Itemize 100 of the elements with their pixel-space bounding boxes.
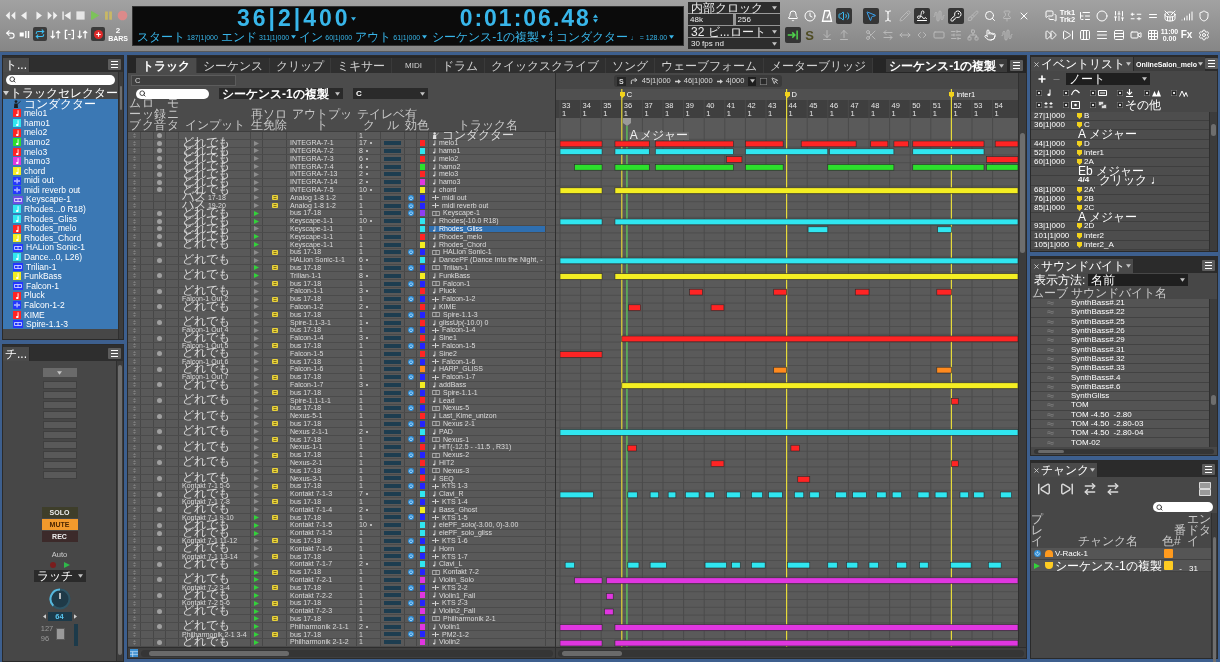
marker-icon[interactable]	[784, 91, 790, 98]
solo-exempt-icon[interactable]	[271, 327, 278, 333]
record-dot-icon[interactable]	[157, 382, 162, 388]
wave-icon[interactable]	[1046, 310, 1054, 315]
solo-exempt-icon[interactable]	[271, 616, 278, 622]
down-up-arrows-icon[interactable]	[77, 28, 89, 40]
power-icon[interactable]	[407, 615, 414, 622]
power-icon[interactable]	[407, 342, 414, 349]
solo-exempt-icon[interactable]	[271, 436, 278, 442]
solo-exempt-icon[interactable]	[271, 359, 278, 364]
power-icon[interactable]	[407, 296, 414, 303]
play-icon[interactable]	[254, 468, 259, 474]
dot-icon[interactable]	[365, 508, 368, 511]
play-icon[interactable]	[254, 561, 259, 567]
rows-icon[interactable]	[1112, 29, 1125, 41]
event-type-dropdown[interactable]: ノート	[1066, 73, 1150, 85]
speaker-icon[interactable]	[835, 8, 852, 24]
power-icon[interactable]	[407, 452, 414, 459]
record-dot-icon[interactable]	[157, 351, 162, 357]
play-icon[interactable]	[254, 624, 259, 630]
play-icon[interactable]	[254, 304, 259, 310]
solo-exempt-icon[interactable]	[271, 538, 278, 544]
power-icon[interactable]	[407, 498, 414, 505]
solo-exempt-icon[interactable]	[271, 203, 278, 209]
solo-exempt-icon[interactable]	[271, 468, 278, 474]
power-icon[interactable]	[407, 553, 414, 560]
close-icon[interactable]	[1033, 60, 1040, 68]
bit-depth-dropdown[interactable]: 32 ビ...ロート	[688, 26, 780, 37]
track-selector-item[interactable]: Keyscape-1	[3, 194, 118, 205]
record-dot-icon[interactable]	[157, 273, 162, 279]
down-up-arrows-icon[interactable]	[49, 28, 61, 40]
solo-exempt-icon[interactable]	[271, 249, 278, 255]
record-dot-icon[interactable]	[157, 187, 162, 193]
record-dot-icon[interactable]	[157, 234, 162, 240]
scrollbar[interactable]	[141, 649, 553, 657]
wave-icon[interactable]	[1046, 384, 1054, 389]
wave-icon[interactable]	[1046, 338, 1054, 343]
play-icon[interactable]	[254, 195, 259, 201]
scribble-icon[interactable]	[913, 8, 930, 24]
track-selector-item[interactable]: コンダクター	[3, 99, 118, 109]
left-arrow-icon[interactable]	[42, 613, 46, 619]
play-icon[interactable]	[254, 553, 259, 559]
sequence-dropdown[interactable]: シーケンス-1の複製	[219, 88, 343, 99]
scrollbar[interactable]	[1209, 112, 1217, 251]
record-dot-icon[interactable]	[157, 413, 162, 419]
record-dot-icon[interactable]	[157, 210, 162, 216]
marker-icon[interactable]	[949, 91, 955, 98]
clock-source-dropdown[interactable]: 内部クロック	[688, 2, 780, 13]
power-icon[interactable]	[407, 569, 414, 575]
track-selector-item[interactable]: midi out	[3, 175, 118, 186]
panel-tab[interactable]: チ...	[3, 347, 30, 361]
wave-icon[interactable]	[1046, 301, 1054, 306]
tab[interactable]: ソング	[606, 58, 655, 73]
solo-exempt-icon[interactable]	[271, 514, 278, 520]
dot-icon[interactable]	[365, 337, 368, 340]
wave-icon[interactable]	[1046, 375, 1054, 380]
bell-icon[interactable]	[786, 10, 799, 22]
dot-icon[interactable]	[369, 188, 372, 191]
dot-icon[interactable]	[365, 290, 368, 293]
play-icon[interactable]	[254, 530, 259, 536]
dot-icon[interactable]	[365, 173, 368, 176]
insert-slot[interactable]	[42, 471, 77, 479]
insert-slot[interactable]	[42, 391, 77, 399]
view-dropdown[interactable]: 名前	[1088, 274, 1189, 286]
play-icon[interactable]	[254, 639, 259, 645]
menu-icon[interactable]	[108, 58, 121, 70]
plus-minus-lines-icon[interactable]	[1129, 11, 1142, 21]
power-icon[interactable]	[407, 210, 414, 217]
columns-icon[interactable]	[1078, 29, 1091, 41]
tab[interactable]: シーケンス	[197, 58, 270, 73]
grid-icon[interactable]	[1146, 29, 1159, 41]
play-icon[interactable]	[254, 514, 259, 520]
wave-icon[interactable]	[1046, 347, 1054, 352]
play-icon[interactable]	[254, 421, 259, 427]
play-icon[interactable]	[254, 335, 259, 341]
fast-forward-icon[interactable]	[1044, 29, 1057, 41]
filter-checkbox[interactable]	[1090, 90, 1096, 96]
pause-icon[interactable]	[103, 9, 114, 21]
soundbite-name[interactable]: TOM-02	[1069, 438, 1101, 447]
insert-slot[interactable]	[42, 461, 77, 469]
solo-exempt-icon[interactable]	[271, 452, 278, 458]
arrow-into-bar-icon[interactable]	[784, 27, 801, 43]
lines-icon[interactable]	[1095, 29, 1108, 41]
dot-icon[interactable]	[365, 383, 368, 386]
track-selector-item[interactable]: Rhodes...0 R18)	[3, 204, 118, 215]
play-icon[interactable]	[254, 343, 259, 349]
tab[interactable]: クリップ	[270, 58, 331, 73]
insert-slot[interactable]	[42, 441, 77, 449]
play-icon[interactable]	[254, 265, 259, 271]
play-icon[interactable]	[254, 156, 259, 162]
scrollbar[interactable]	[558, 649, 1024, 657]
tab[interactable]: メーターブリッジ	[764, 58, 873, 73]
solo-exempt-icon[interactable]	[271, 312, 278, 318]
swap-arrows-icon[interactable]	[1083, 482, 1097, 496]
panel-tab[interactable]: サウンドバイト	[1031, 259, 1134, 273]
play-icon[interactable]	[254, 148, 259, 154]
tab[interactable]: ミキサー	[331, 58, 392, 73]
search-field[interactable]	[136, 88, 209, 99]
play-icon[interactable]	[254, 351, 259, 357]
play-icon[interactable]	[254, 366, 259, 372]
